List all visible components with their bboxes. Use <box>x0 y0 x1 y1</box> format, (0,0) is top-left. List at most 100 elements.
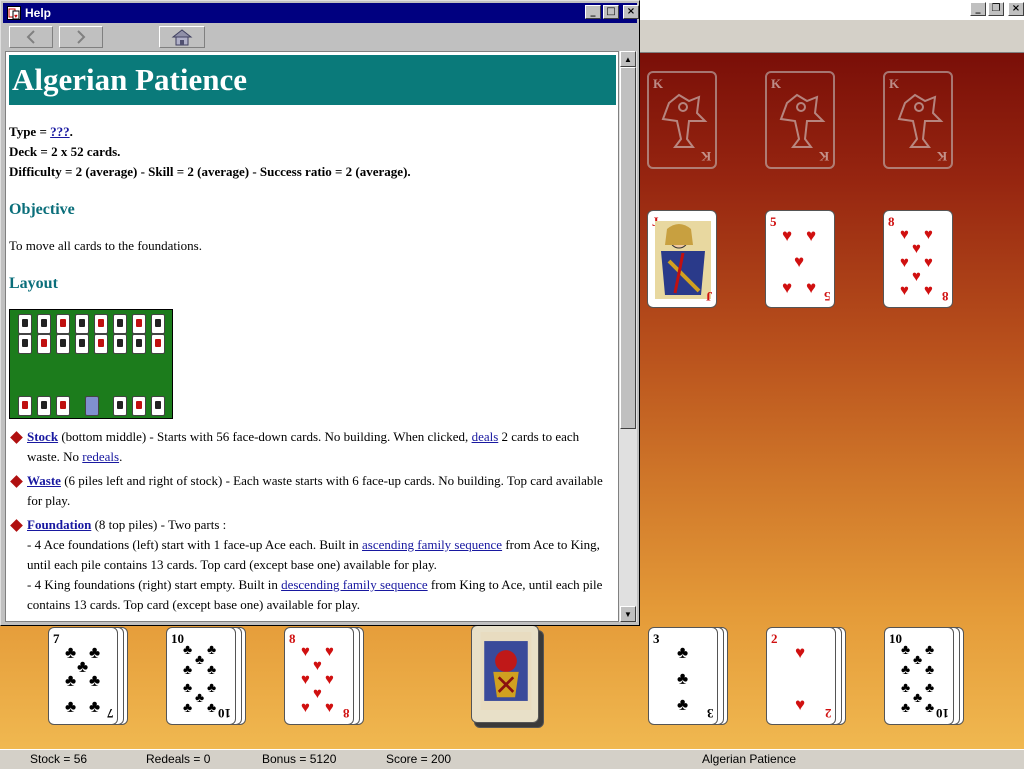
svg-text:♣: ♣ <box>65 643 76 662</box>
king-foundation-slot[interactable]: K K <box>647 71 717 169</box>
mini-card <box>37 334 51 354</box>
game-window-controls: _ ❐ × <box>970 2 1024 16</box>
card-rank: 2 <box>824 706 832 721</box>
mini-stock <box>85 396 99 416</box>
king-foundation-slot[interactable]: K K <box>883 71 953 169</box>
jack-portrait-icon <box>655 221 711 299</box>
deals-link[interactable]: deals <box>472 429 499 444</box>
type-link[interactable]: ??? <box>50 124 70 139</box>
svg-text:♥: ♥ <box>794 252 804 271</box>
stock-description: Stock (bottom middle) - Starts with 56 f… <box>27 427 612 467</box>
redeals-count: Redeals = 0 <box>146 752 211 766</box>
stock-text-1: (bottom middle) - Starts with 56 face-do… <box>58 429 472 444</box>
svg-text:♣: ♣ <box>65 697 76 714</box>
waste-pile-card[interactable]: 8 ♥ ♥ ♥ ♥ ♥ ♥ ♥ ♥ 8 <box>284 627 354 725</box>
mini-card <box>113 396 127 416</box>
page-title: Algerian Patience <box>9 55 616 105</box>
club-pips-icon: ♣ ♣ ♣ ♣ ♣ ♣ ♣ <box>65 643 100 714</box>
svg-text:♥: ♥ <box>924 282 933 297</box>
svg-text:♣: ♣ <box>913 651 922 667</box>
ascending-sequence-link[interactable]: ascending family sequence <box>362 537 502 552</box>
svg-text:♣: ♣ <box>195 689 204 705</box>
close-button[interactable]: × <box>1008 2 1024 16</box>
mini-card <box>151 396 165 416</box>
jack-of-hearts-card[interactable]: J J <box>647 210 717 308</box>
svg-text:♥: ♥ <box>325 643 334 660</box>
svg-text:♥: ♥ <box>900 226 909 243</box>
scroll-down-button[interactable]: ▼ <box>620 606 636 622</box>
close-button[interactable]: × <box>623 5 639 19</box>
foundation-text: (8 top piles) - Two parts : <box>91 517 227 532</box>
ace-foundation-text: - 4 Ace foundations (left) start with 1 … <box>27 537 363 552</box>
mini-card <box>18 314 32 334</box>
svg-text:♥: ♥ <box>924 254 933 271</box>
back-button[interactable] <box>9 26 53 48</box>
waste-pile-card[interactable]: 10 ♣ ♣ ♣ ♣ ♣ ♣ ♣ ♣ ♣ ♣ 10 <box>166 627 236 725</box>
objective-heading: Objective <box>9 201 75 218</box>
svg-text:♣: ♣ <box>925 661 934 677</box>
svg-text:♣: ♣ <box>89 671 100 690</box>
svg-text:♥: ♥ <box>806 226 816 245</box>
heart-pips-icon: ♥ ♥ ♥ ♥ ♥ <box>782 226 816 297</box>
waste-link[interactable]: Waste <box>27 473 61 488</box>
type-end: . <box>69 124 73 139</box>
scroll-thumb[interactable] <box>620 67 636 429</box>
svg-text:♥: ♥ <box>301 699 310 714</box>
card-rank: J <box>705 289 713 304</box>
descending-sequence-link[interactable]: descending family sequence <box>281 577 428 592</box>
mini-card <box>56 396 70 416</box>
status-bar: Stock = 56 Redeals = 0 Bonus = 5120 Scor… <box>0 749 1024 769</box>
objective-text: To move all cards to the foundations. <box>9 238 202 253</box>
mini-card <box>113 314 127 334</box>
home-icon <box>171 29 193 46</box>
stock-link[interactable]: Stock <box>27 429 58 444</box>
eight-of-hearts-card[interactable]: 8 ♥ ♥ ♥ ♥ ♥ ♥ ♥ ♥ 8 <box>883 210 953 308</box>
scroll-up-button[interactable]: ▲ <box>620 51 636 67</box>
foundation-link[interactable]: Foundation <box>27 517 91 532</box>
waste-pile-card[interactable]: 7 ♣ ♣ ♣ ♣ ♣ ♣ ♣ 7 <box>48 627 118 725</box>
card-rank: 10 <box>936 706 949 721</box>
minimize-button[interactable]: _ <box>970 2 986 16</box>
game-name: Algerian Patience <box>702 752 797 766</box>
card-rank: 7 <box>106 706 114 721</box>
vertical-scrollbar[interactable]: ▲ ▼ <box>619 51 637 622</box>
club-pips-icon: ♣ ♣ ♣ ♣ ♣ ♣ ♣ ♣ ♣ ♣ <box>183 641 216 714</box>
king-foundation-slot[interactable]: K K <box>765 71 835 169</box>
card-rank: 8 <box>342 706 350 721</box>
waste-description: Waste (6 piles left and right of stock) … <box>27 471 612 511</box>
card-rank: 8 <box>888 214 895 229</box>
foundation-description: Foundation (8 top piles) - Two parts : -… <box>27 515 612 615</box>
five-of-hearts-card[interactable]: 5 ♥ ♥ ♥ ♥ ♥ 5 <box>765 210 835 308</box>
redeals-link[interactable]: redeals <box>82 449 119 464</box>
help-document[interactable]: Algerian Patience Type = ???. Deck = 2 x… <box>5 51 619 622</box>
stock-pile[interactable] <box>471 625 539 723</box>
card-rank: 8 <box>289 631 296 646</box>
king-outline-icon <box>661 93 708 148</box>
svg-text:♣: ♣ <box>77 657 88 676</box>
layout-diagram-image <box>9 309 173 419</box>
maximize-button[interactable]: □ <box>603 5 619 19</box>
waste-pile-card[interactable]: 2 ♥ ♥ 2 <box>766 627 836 725</box>
club-pips-icon: ♣ ♣ ♣ <box>677 643 688 714</box>
restore-button[interactable]: ❐ <box>988 2 1004 16</box>
svg-text:♣: ♣ <box>207 679 216 695</box>
layout-heading: Layout <box>9 275 58 292</box>
help-window-controls: _ □ × <box>585 5 639 19</box>
minimize-button[interactable]: _ <box>585 5 601 19</box>
mini-card <box>56 314 70 334</box>
waste-pile-card[interactable]: 3 ♣ ♣ ♣ 3 <box>648 627 718 725</box>
bullet-icon <box>10 475 23 488</box>
card-rank: K <box>771 76 782 91</box>
forward-button[interactable] <box>59 26 103 48</box>
home-button[interactable] <box>159 26 205 48</box>
mini-card <box>37 314 51 334</box>
svg-text:♣: ♣ <box>183 641 192 657</box>
card-rank: 5 <box>770 214 777 229</box>
waste-pile-card[interactable]: 10 ♣ ♣ ♣ ♣ ♣ ♣ ♣ ♣ ♣ ♣ 10 <box>884 627 954 725</box>
svg-text:♥: ♥ <box>782 278 792 297</box>
type-label: Type = <box>9 124 51 139</box>
svg-text:♥: ♥ <box>14 14 18 20</box>
card-rank: 5 <box>823 289 831 304</box>
svg-text:♣: ♣ <box>195 651 204 667</box>
svg-text:♥: ♥ <box>912 240 921 257</box>
